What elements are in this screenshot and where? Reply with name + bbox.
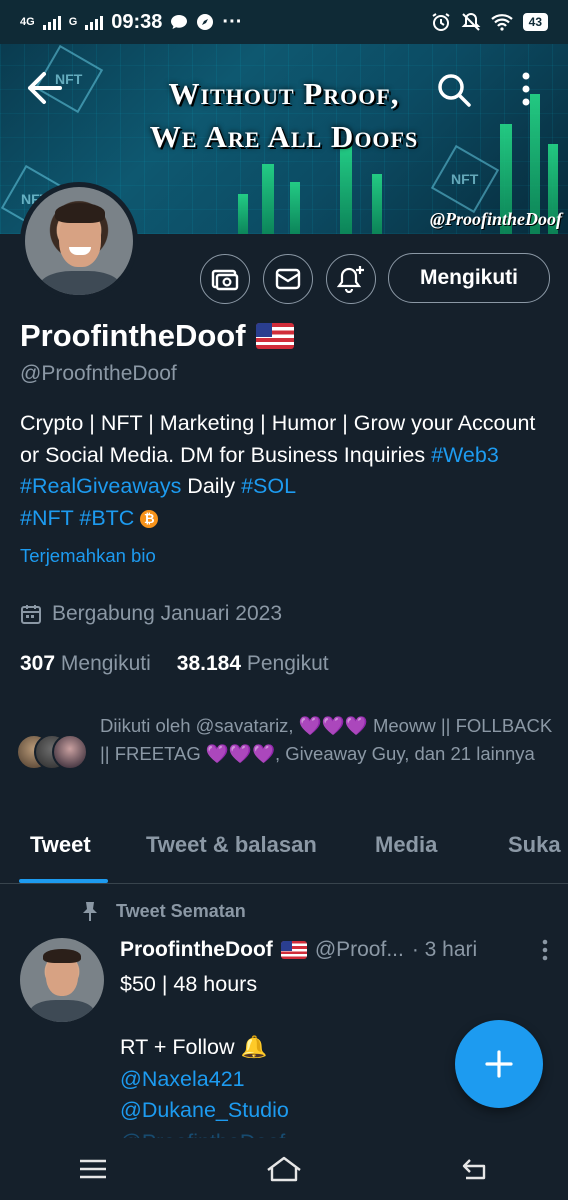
mail-icon [275,268,301,290]
tip-jar-icon [211,269,239,291]
pin-icon [83,902,97,921]
hashtag-link[interactable]: #NFT [20,506,73,530]
banner-title-line1: Without Proof, [168,76,400,111]
back-icon[interactable] [460,1156,490,1182]
hashtag-link[interactable]: #SOL [241,474,296,498]
search-icon[interactable] [436,72,472,108]
menu-icon[interactable] [78,1157,108,1181]
tweet-author[interactable]: ProofintheDoof [120,938,273,962]
profile-tabs: Tweet Tweet & balasan Media Suka [0,822,568,884]
profile-bio: Crypto | NFT | Marketing | Humor | Grow … [20,408,550,534]
more-vertical-icon[interactable] [518,70,534,108]
back-arrow-icon[interactable] [26,70,64,106]
signal-icon-2 [85,14,104,30]
active-tab-indicator [19,879,108,883]
bio-text: Daily [181,474,242,498]
following-button[interactable]: Mengikuti [388,253,550,303]
tweet-avatar[interactable] [20,938,104,1022]
us-flag-icon [255,323,294,349]
profile-avatar[interactable] [20,182,138,300]
avatar [52,734,88,770]
tweet-more-icon[interactable] [540,938,550,962]
profile-name: ProofintheDoof [20,318,246,353]
hashtag-link[interactable]: #RealGiveaways [20,474,181,498]
compose-plus-icon [485,1050,513,1078]
wifi-icon [490,14,513,31]
following-count: 307 [20,652,56,675]
profile-name-row: ProofintheDoof [20,318,294,354]
purple-hearts: 💜💜💜 [205,743,275,764]
tab-tweet-replies[interactable]: Tweet & balasan [146,832,317,858]
android-nav-bar [0,1138,568,1200]
tab-tweet[interactable]: Tweet [30,832,91,858]
hashtag-link[interactable]: #BTC [79,506,134,530]
mute-bell-icon [461,12,481,31]
profile-handle: @ProofntheDoof [20,362,177,385]
joined-text: Bergabung Januari 2023 [52,602,283,625]
bell-plus-icon [336,266,364,293]
tab-likes[interactable]: Suka [508,832,561,858]
mutual-avatars [16,734,90,774]
network-type-2: G [68,16,78,28]
network-type-1: 4G [20,16,35,28]
hashtag-link[interactable]: #Web3 [431,443,499,467]
purple-hearts: 💜💜💜 [298,715,368,736]
followed-by-label: Diikuti oleh @savatariz, [100,715,294,736]
more-notifications: ··· [222,10,243,33]
followers-label: Pengikut [246,652,329,675]
follow-stats: 307 Mengikuti 38.184 Pengikut [20,652,329,676]
pinned-label: Tweet Sematan [80,900,246,922]
message-button[interactable] [263,254,313,304]
status-bar: 4G G 09:38 ··· 43 [0,0,568,44]
followers-stat[interactable]: 38.184 Pengikut [177,652,329,676]
tab-media[interactable]: Media [375,832,437,858]
tweet-time: · 3 hari [411,938,478,961]
clock: 09:38 [111,10,163,33]
followed-by-text: Diikuti oleh @savatariz, 💜💜💜 Meoww || FO… [100,712,556,774]
compose-tweet-button[interactable] [455,1020,543,1108]
translate-bio-link[interactable]: Terjemahkan bio [20,545,156,567]
pinned-text: Tweet Sematan [116,900,246,921]
following-label: Mengikuti [60,652,151,675]
followed-by-rest: , Giveaway Guy, dan 21 lainnya [275,743,535,764]
compass-notification-icon [197,14,214,30]
tweet-header: ProofintheDoof @Proof... · 3 hari [120,938,550,962]
tip-button[interactable] [200,254,250,304]
tweet-line: $50 | 48 hours [120,972,258,996]
banner-title-line2: We Are All Doofs [149,119,419,154]
followed-by-section[interactable]: Diikuti oleh @savatariz, 💜💜💜 Meoww || FO… [16,712,556,774]
joined-date: Bergabung Januari 2023 [20,602,282,626]
bitcoin-icon: ₿ [140,509,159,528]
home-icon[interactable] [264,1154,304,1184]
chat-notification-icon [171,15,188,29]
banner-handle: @ProofintheDoof [430,209,562,229]
tweet-handle: @Proof... [314,938,404,961]
alarm-icon [432,13,450,31]
us-flag-icon [280,941,307,959]
following-stat[interactable]: 307 Mengikuti [20,652,151,676]
signal-icon [42,14,61,30]
battery-indicator: 43 [522,13,548,31]
notify-button[interactable] [326,254,376,304]
calendar-icon [21,605,41,624]
followers-count: 38.184 [176,652,242,675]
